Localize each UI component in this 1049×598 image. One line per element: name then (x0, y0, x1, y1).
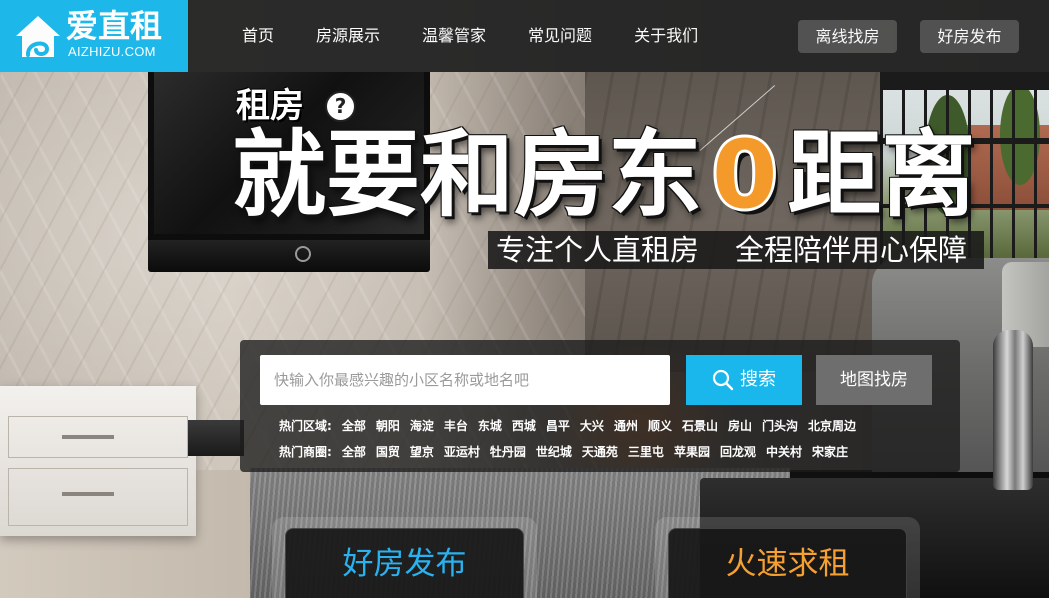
nav-home[interactable]: 首页 (242, 0, 274, 72)
hot-district-link[interactable]: 三里屯 (628, 444, 664, 460)
hot-area-link[interactable]: 通州 (614, 418, 638, 434)
house-swirl-icon (16, 16, 60, 57)
cta-rent-frame: 火速求租 (655, 517, 920, 598)
hot-area-link[interactable]: 朝阳 (376, 418, 400, 434)
hot-district-link[interactable]: 天通苑 (582, 444, 618, 460)
hot-district-link[interactable]: 中关村 (766, 444, 802, 460)
site-header: 爱直租 AIZHIZU.COM 首页 房源展示 温馨管家 常见问题 关于我们 离… (0, 0, 1049, 72)
drawer-handle (62, 492, 114, 496)
publish-listing-button[interactable]: 好房发布 (920, 20, 1019, 53)
hot-area-link[interactable]: 门头沟 (762, 418, 798, 434)
main-nav: 首页 房源展示 温馨管家 常见问题 关于我们 (242, 0, 698, 72)
map-search-button[interactable]: 地图找房 (816, 355, 932, 405)
hero-background-photo (0, 0, 1049, 598)
media-player (188, 420, 244, 456)
hot-district-link[interactable]: 宋家庄 (812, 444, 848, 460)
search-button-label: 搜索 (740, 369, 776, 390)
hot-district-link[interactable]: 苹果园 (674, 444, 710, 460)
hot-areas-label: 热门区域: (279, 419, 332, 433)
hot-district-link[interactable]: 望京 (410, 444, 434, 460)
tv-soundbar (148, 240, 430, 272)
hero-kicker: 租房 (236, 86, 304, 126)
nav-faq[interactable]: 常见问题 (528, 0, 592, 72)
tagline-part: 全程陪伴用心保障 (735, 233, 968, 267)
nav-butler[interactable]: 温馨管家 (422, 0, 486, 72)
hot-districts-label: 热门商圈: (279, 445, 332, 459)
hot-district-link[interactable]: 亚运村 (444, 444, 480, 460)
hot-area-link[interactable]: 海淀 (410, 418, 434, 434)
hot-area-link[interactable]: 昌平 (546, 418, 570, 434)
hot-district-link[interactable]: 世纪城 (536, 444, 572, 460)
nav-about[interactable]: 关于我们 (634, 0, 698, 72)
drawer-handle (62, 435, 114, 439)
hot-area-link[interactable]: 西城 (512, 418, 536, 434)
hot-area-link[interactable]: 全部 (342, 418, 366, 434)
headline-zero: 0 (712, 121, 778, 230)
logo-name: 爱直租 (66, 7, 163, 45)
search-panel: 搜索 地图找房 热门区域: 全部 朝阳 海淀 丰台 东城 西城 昌平 大兴 通州… (240, 340, 960, 472)
hero-headline: 就要和房东 0 距离 (232, 126, 975, 226)
hot-area-link[interactable]: 房山 (728, 418, 752, 434)
hot-district-link[interactable]: 全部 (342, 444, 366, 460)
hot-district-link[interactable]: 回龙观 (720, 444, 756, 460)
tagline-part: 专注个人直租房 (496, 233, 700, 267)
hot-districts-row: 热门商圈: 全部 国贸 望京 亚运村 牡丹园 世纪城 天通苑 三里屯 苹果园 回… (279, 444, 848, 460)
hot-area-link[interactable]: 东城 (478, 418, 502, 434)
offline-search-button[interactable]: 离线找房 (798, 20, 897, 53)
search-input[interactable] (260, 355, 670, 405)
cta-publish-frame: 好房发布 (272, 517, 537, 598)
headline-part-before: 就要和房东 (232, 121, 703, 230)
hot-area-link[interactable]: 北京周边 (808, 418, 856, 434)
hot-district-link[interactable]: 牡丹园 (490, 444, 526, 460)
hot-district-link[interactable]: 国贸 (376, 444, 400, 460)
site-logo[interactable]: 爱直租 AIZHIZU.COM (0, 0, 188, 72)
search-button[interactable]: 搜索 (686, 355, 802, 405)
hero-tagline: 专注个人直租房 全程陪伴用心保障 (488, 231, 984, 269)
cta-rent-request-button[interactable]: 火速求租 (668, 528, 907, 598)
hot-area-link[interactable]: 顺义 (648, 418, 672, 434)
hot-areas-row: 热门区域: 全部 朝阳 海淀 丰台 东城 西城 昌平 大兴 通州 顺义 石景山 … (279, 418, 856, 434)
hot-area-link[interactable]: 石景山 (682, 418, 718, 434)
tv-power-icon (295, 246, 311, 262)
nav-listings[interactable]: 房源展示 (316, 0, 380, 72)
hot-area-link[interactable]: 大兴 (580, 418, 604, 434)
search-icon (712, 369, 734, 391)
decorative-lamp (993, 330, 1033, 490)
hot-area-link[interactable]: 丰台 (444, 418, 468, 434)
cta-publish-button[interactable]: 好房发布 (285, 528, 524, 598)
headline-part-after: 距离 (787, 121, 976, 230)
logo-domain: AIZHIZU.COM (68, 44, 156, 59)
question-badge-icon: ? (325, 91, 356, 122)
cabinet-drawer (8, 468, 188, 526)
